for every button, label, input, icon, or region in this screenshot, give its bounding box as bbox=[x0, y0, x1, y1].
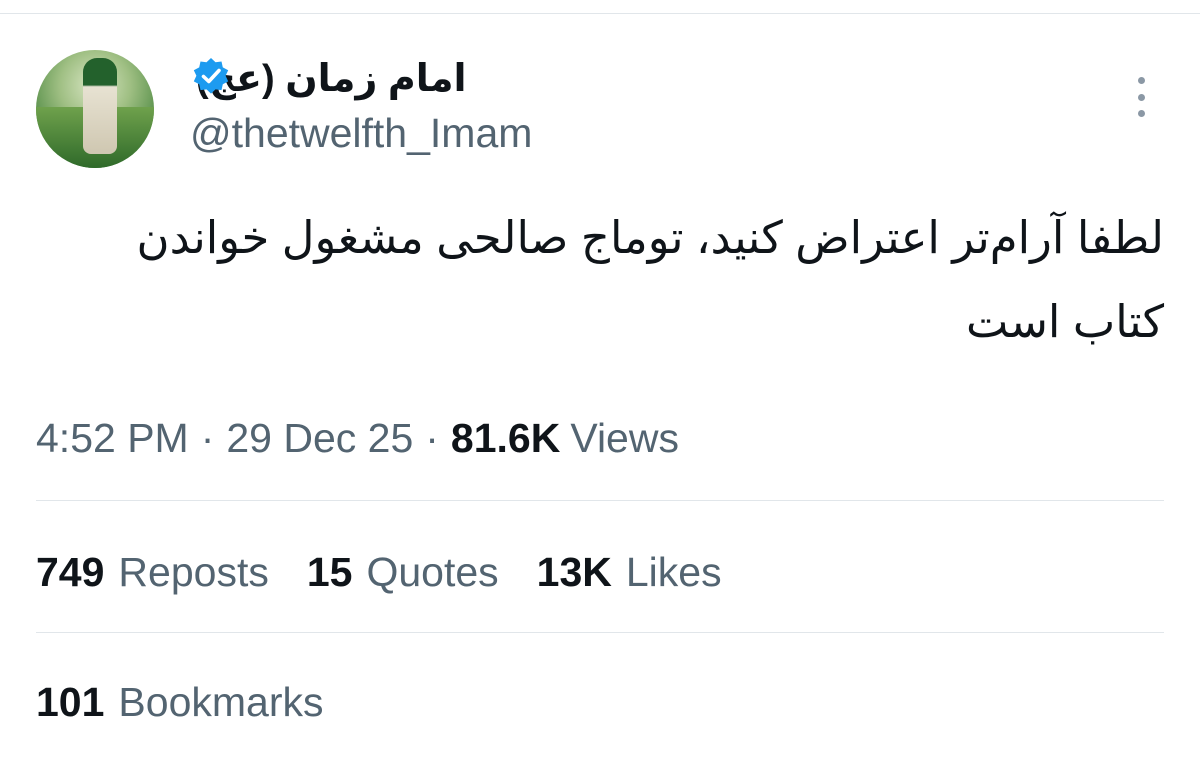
quotes-count: 15 bbox=[306, 548, 353, 595]
reposts-count: 749 bbox=[36, 548, 105, 595]
likes-label: Likes bbox=[625, 548, 722, 595]
avatar[interactable] bbox=[36, 50, 154, 168]
author-display-name[interactable]: امام زمان (عج) bbox=[196, 52, 526, 104]
views-label: Views bbox=[570, 414, 679, 461]
tweet-text-line-2: کتاب است bbox=[966, 296, 1164, 347]
meta-separator: · bbox=[200, 414, 215, 461]
top-divider bbox=[0, 13, 1200, 14]
more-options-icon[interactable] bbox=[1127, 77, 1155, 117]
verified-badge-icon bbox=[193, 58, 229, 94]
meta-separator: · bbox=[425, 414, 439, 461]
tweet-date[interactable]: 29 Dec 25 bbox=[226, 415, 413, 462]
bookmarks-count: 101 bbox=[36, 678, 105, 725]
more-dot bbox=[1137, 93, 1145, 101]
more-dot bbox=[1137, 77, 1145, 84]
tweet-meta: 4:52 PM · 29 Dec 25 · 81.6K Views bbox=[36, 410, 679, 466]
reposts-stat[interactable]: 749 Reposts bbox=[36, 549, 269, 596]
likes-count: 13K bbox=[536, 548, 612, 595]
divider bbox=[36, 500, 1164, 501]
reposts-label: Reposts bbox=[118, 548, 269, 595]
author-handle[interactable]: @thetwelfth_Imam bbox=[190, 110, 532, 158]
more-dot bbox=[1137, 110, 1145, 117]
tweet-time[interactable]: 4:52 PM bbox=[36, 415, 189, 462]
divider bbox=[36, 632, 1164, 633]
tweet-text-line-1: لطفا آرام‌تر اعتراض کنید، توماج صالحی مش… bbox=[136, 212, 1164, 263]
quotes-label: Quotes bbox=[366, 548, 499, 595]
engagement-stats: 749 Reposts 15 Quotes 13K Likes bbox=[36, 544, 760, 600]
bookmarks-stat[interactable]: 101 Bookmarks bbox=[36, 679, 323, 726]
likes-stat[interactable]: 13K Likes bbox=[537, 549, 722, 596]
bookmark-stats: 101 Bookmarks bbox=[36, 674, 361, 730]
quotes-stat[interactable]: 15 Quotes bbox=[307, 549, 499, 596]
avatar-figure bbox=[83, 58, 117, 154]
bookmarks-label: Bookmarks bbox=[118, 678, 324, 725]
views-count: 81.6K bbox=[450, 414, 561, 461]
tweet-text: لطفا آرام‌تر اعتراض کنید، توماج صالحی مش… bbox=[24, 196, 1164, 364]
